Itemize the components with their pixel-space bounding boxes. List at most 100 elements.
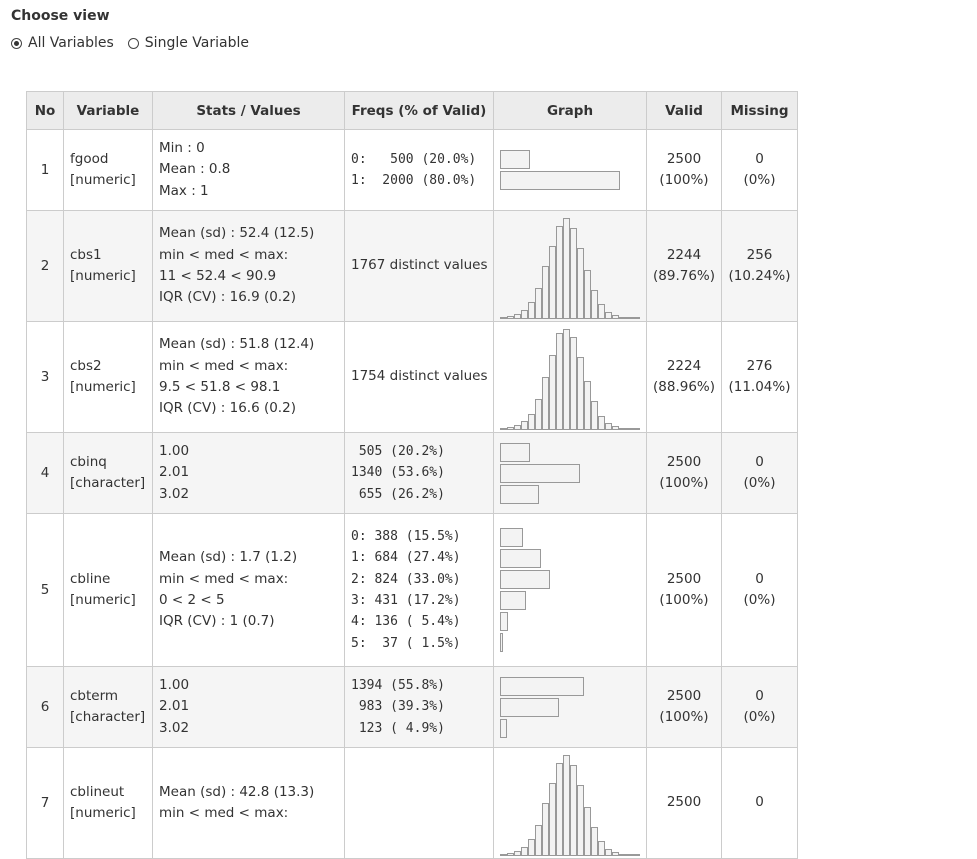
hist-bar bbox=[528, 301, 535, 318]
variable-cell: cbterm [character] bbox=[63, 666, 153, 748]
hist-bar bbox=[521, 846, 528, 855]
hist-bar bbox=[584, 269, 591, 318]
freq-bar bbox=[500, 570, 550, 589]
valid-cell: 2500 (100%) bbox=[646, 666, 722, 748]
hist-bar bbox=[563, 328, 570, 429]
hist-bar bbox=[507, 315, 514, 318]
freqs-cell: 1767 distinct values bbox=[344, 210, 494, 322]
missing-cell: 0 (0%) bbox=[721, 432, 798, 514]
valid-cell: 2500 (100%) bbox=[646, 129, 722, 211]
table-row: 6 cbterm [character] 1.00 2.01 3.02 1394 (55.8… bbox=[26, 666, 798, 748]
freq-line: 0: 388 (15.5%) bbox=[351, 529, 461, 545]
stats-line: 2.01 bbox=[159, 698, 190, 715]
hist-bar bbox=[542, 802, 549, 855]
table-header-row: No Variable Stats / Values Freqs (% of V… bbox=[26, 91, 798, 130]
hist-bar bbox=[521, 420, 528, 429]
stats-line: Min : 0 bbox=[159, 140, 205, 157]
missing-percent: (0%) bbox=[743, 709, 776, 725]
hist-bar bbox=[626, 316, 633, 318]
variable-cell: cblineut [numeric] bbox=[63, 747, 153, 859]
freq-line: 1754 distinct values bbox=[351, 368, 488, 385]
radio-unchecked-icon[interactable] bbox=[127, 37, 139, 49]
graph-cell bbox=[493, 666, 647, 748]
freq-line: 983 (39.3%) bbox=[351, 699, 445, 715]
missing-percent: (11.04%) bbox=[728, 379, 791, 395]
hist-bar bbox=[549, 782, 556, 855]
single-variable-radio[interactable]: Single Variable bbox=[127, 35, 249, 51]
hist-bar bbox=[570, 764, 577, 855]
freq-bar bbox=[500, 484, 539, 504]
histogram bbox=[500, 751, 640, 856]
variable-cell: cbline [numeric] bbox=[63, 513, 153, 667]
all-variables-radio[interactable]: All Variables bbox=[11, 35, 114, 51]
hist-bar bbox=[542, 376, 549, 429]
hist-bar bbox=[514, 313, 521, 318]
variable-name: cbs1 bbox=[70, 246, 102, 263]
freq-line: 0: 500 (20.0%) bbox=[351, 151, 477, 167]
col-header-variable[interactable]: Variable bbox=[63, 91, 153, 130]
stats-line: Mean (sd) : 52.4 (12.5) bbox=[159, 225, 315, 242]
histogram bbox=[500, 214, 640, 319]
hist-bar bbox=[605, 422, 612, 429]
freq-line: 3: 431 (17.2%) bbox=[351, 593, 461, 608]
variable-type: [numeric] bbox=[70, 172, 136, 188]
hist-bar bbox=[528, 413, 535, 429]
table-row: 2 cbs1 [numeric] Mean (sd) : 52.4 (12.5) min… bbox=[26, 210, 798, 322]
col-header-stats[interactable]: Stats / Values bbox=[152, 91, 345, 130]
freq-bar bbox=[500, 612, 508, 631]
hist-bar bbox=[584, 806, 591, 855]
freq-line: 123 ( 4.9%) bbox=[351, 720, 445, 736]
hist-bar bbox=[626, 853, 633, 855]
freq-line: 5: 37 ( 1.5%) bbox=[351, 635, 461, 651]
valid-percent: (100%) bbox=[659, 475, 709, 491]
col-header-valid[interactable]: Valid bbox=[646, 91, 722, 130]
freq-bar bbox=[500, 528, 523, 547]
hist-bar bbox=[535, 398, 542, 429]
hist-bar bbox=[605, 848, 612, 855]
col-header-graph[interactable]: Graph bbox=[493, 91, 647, 130]
hist-bar bbox=[577, 784, 584, 855]
hist-bar bbox=[612, 425, 619, 429]
missing-cell: 0 (0%) bbox=[721, 129, 798, 211]
hist-bar bbox=[633, 853, 640, 855]
row-number: 3 bbox=[26, 321, 64, 433]
stats-cell: 1.00 2.01 3.02 bbox=[152, 666, 345, 748]
col-header-freqs[interactable]: Freqs (% of Valid) bbox=[344, 91, 494, 130]
stats-line: 11 < 52.4 < 90.9 bbox=[159, 268, 277, 284]
missing-count: 0 bbox=[755, 150, 764, 167]
missing-count: 0 bbox=[755, 687, 764, 704]
radio-checked-icon[interactable] bbox=[11, 37, 22, 49]
col-header-missing[interactable]: Missing bbox=[721, 91, 798, 130]
freqs-cell: 1754 distinct values bbox=[344, 321, 494, 433]
hist-bar bbox=[584, 380, 591, 429]
hist-bar bbox=[633, 316, 640, 318]
missing-percent: (0%) bbox=[743, 592, 776, 608]
graph-cell bbox=[493, 513, 647, 667]
hist-bar bbox=[626, 427, 633, 429]
hist-bar bbox=[535, 287, 542, 318]
hist-bar bbox=[598, 303, 605, 318]
row-number: 2 bbox=[26, 210, 64, 322]
hist-bar bbox=[591, 826, 598, 855]
hist-bar bbox=[612, 314, 619, 318]
variable-type: [numeric] bbox=[70, 379, 136, 395]
freq-bar bbox=[500, 591, 526, 610]
hist-bar bbox=[577, 356, 584, 429]
valid-count: 2500 bbox=[666, 570, 702, 587]
freq-line: 4: 136 ( 5.4%) bbox=[351, 614, 461, 630]
valid-cell: 2500 (100%) bbox=[646, 432, 722, 514]
hist-bar bbox=[563, 217, 570, 318]
missing-cell: 0 (0%) bbox=[721, 513, 798, 667]
hist-bar bbox=[598, 840, 605, 855]
table-row: 7 cblineut [numeric] Mean (sd) : 42.8 (13.3… bbox=[26, 747, 798, 859]
stats-line: Max : 1 bbox=[159, 182, 209, 199]
row-number: 7 bbox=[26, 747, 64, 859]
col-header-no[interactable]: No bbox=[26, 91, 64, 130]
valid-count: 2500 bbox=[666, 687, 702, 704]
valid-percent: (88.96%) bbox=[653, 379, 716, 395]
freqs-cell: 1394 (55.8%) 983 (39.3%) 123 ( 4.9%) bbox=[344, 666, 494, 748]
missing-cell: 0 bbox=[721, 747, 798, 859]
stats-line: Mean (sd) : 1.7 (1.2) bbox=[159, 549, 298, 566]
freq-line: 2: 824 (33.0%) bbox=[351, 571, 461, 587]
variable-name: cbs2 bbox=[70, 357, 102, 374]
